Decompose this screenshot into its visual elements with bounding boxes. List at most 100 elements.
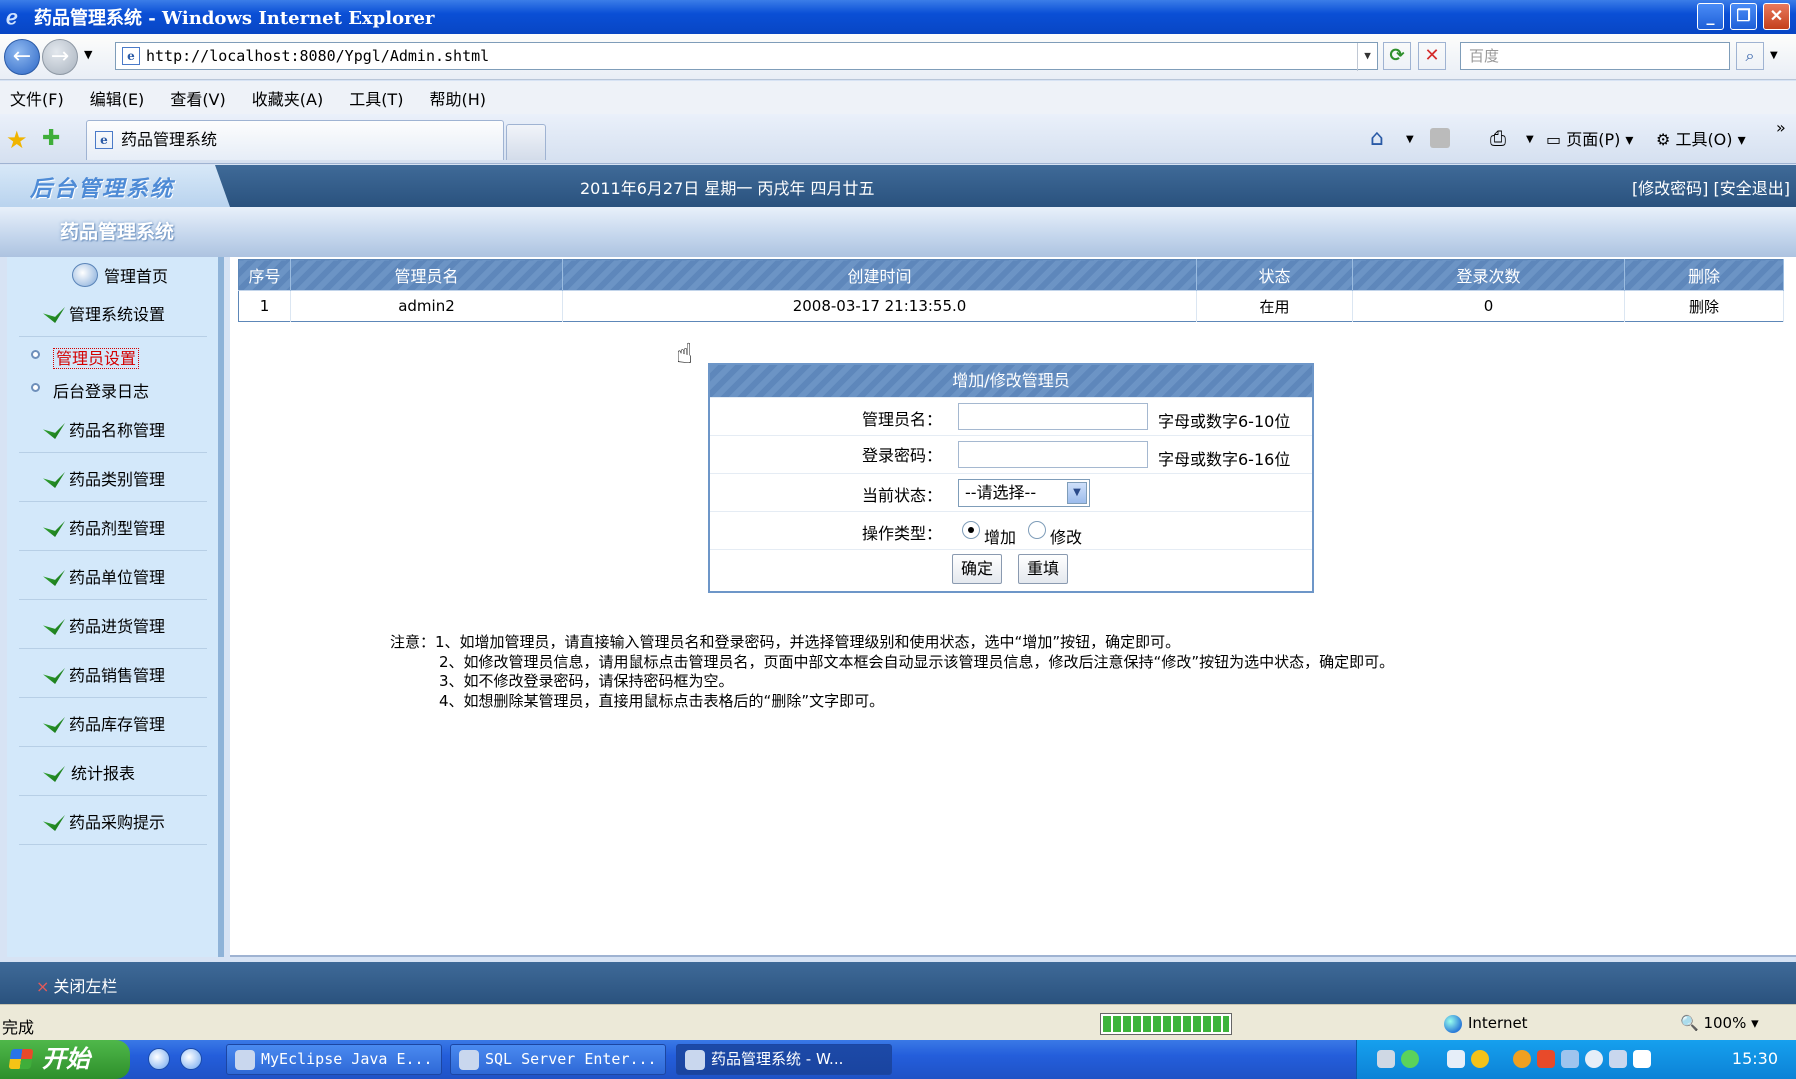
- sidebar-item-drug-name[interactable]: 药品名称管理: [19, 409, 207, 453]
- feeds-icon[interactable]: [1430, 128, 1450, 148]
- col-login-count: 登录次数: [1352, 259, 1625, 291]
- menu-favorites[interactable]: 收藏夹(A): [252, 86, 323, 110]
- sidebar-item-drug-sales[interactable]: 药品销售管理: [19, 654, 207, 698]
- qq2-icon[interactable]: [1513, 1050, 1531, 1068]
- chevron-more-icon[interactable]: »: [1776, 118, 1786, 137]
- task-myeclipse[interactable]: MyEclipse Java E...: [226, 1044, 442, 1075]
- app-header: 后台管理系统 2011年6月27日 星期一 丙戌年 四月廿五 [修改密码] [安…: [0, 165, 1796, 207]
- username-label: 管理员名：: [861, 410, 942, 429]
- stop-icon[interactable]: ✕: [1418, 42, 1446, 70]
- username-input[interactable]: [958, 403, 1148, 430]
- form-row-operation: 操作类型： 增加 修改: [710, 511, 1312, 549]
- tray-app-icon[interactable]: [1447, 1050, 1465, 1068]
- sidebar-item-procurement-tips[interactable]: 药品采购提示: [19, 801, 207, 845]
- qq-icon[interactable]: [1471, 1050, 1489, 1068]
- tray-monitor-icon[interactable]: [1561, 1050, 1579, 1068]
- logo-area: 后台管理系统: [0, 165, 230, 207]
- quicklaunch-desktop-icon[interactable]: [180, 1048, 202, 1070]
- sidebar-system-settings[interactable]: 管理系统设置: [19, 293, 207, 337]
- page-menu[interactable]: ▭ 页面(P) ▾: [1546, 126, 1633, 150]
- check-arrow-icon: [43, 423, 65, 439]
- sogou-icon[interactable]: [1537, 1050, 1555, 1068]
- zoom-level[interactable]: 🔍 100% ▾: [1680, 1014, 1759, 1032]
- back-button[interactable]: ←: [4, 39, 40, 75]
- menu-help[interactable]: 帮助(H): [429, 86, 486, 110]
- start-button[interactable]: 开始: [0, 1040, 130, 1079]
- sidebar-item-drug-dosage[interactable]: 药品剂型管理: [19, 507, 207, 551]
- radio-edit[interactable]: [1028, 521, 1046, 539]
- tab-current[interactable]: e 药品管理系统: [86, 120, 504, 160]
- windows-logo-icon: [8, 1049, 34, 1069]
- app-logo: 后台管理系统: [30, 177, 175, 202]
- url-input[interactable]: e http://localhost:8080/Ypgl/Admin.shtml…: [115, 42, 1378, 71]
- close-left-button[interactable]: × 关闭左栏: [36, 973, 117, 997]
- notes: 注意：1、如增加管理员，请直接输入管理员名和登录密码，并选择管理级别和使用状态，…: [390, 633, 1394, 711]
- add-favorite-icon[interactable]: ✚: [42, 126, 60, 151]
- col-admin-name: 管理员名: [290, 259, 563, 291]
- status-select[interactable]: --请选择-- ▼: [958, 479, 1090, 507]
- print-dropdown-icon[interactable]: ▼: [1526, 134, 1534, 145]
- note-line: 4、如想删除某管理员，直接用鼠标点击表格后的“删除”文字即可。: [439, 691, 885, 710]
- sidebar-item-drug-category[interactable]: 药品类别管理: [19, 458, 207, 502]
- check-arrow-icon: [43, 668, 65, 684]
- sidebar-home[interactable]: 管理首页: [62, 257, 168, 293]
- radio-add[interactable]: [962, 521, 980, 539]
- minimize-button[interactable]: _: [1697, 3, 1724, 30]
- reset-button[interactable]: 重填: [1018, 554, 1068, 584]
- print-icon[interactable]: ⎙: [1490, 126, 1506, 150]
- favorites-star-icon[interactable]: ★: [6, 126, 28, 154]
- delete-link[interactable]: 删除: [1624, 290, 1784, 322]
- sidebar-item-drug-stock[interactable]: 药品库存管理: [19, 703, 207, 747]
- quicklaunch-ie-icon[interactable]: [148, 1048, 170, 1070]
- chevron-down-icon[interactable]: ▼: [1067, 482, 1087, 504]
- col-index: 序号: [238, 259, 291, 291]
- search-options-icon[interactable]: ▼: [1770, 50, 1778, 61]
- menu-view[interactable]: 查看(V): [170, 86, 225, 110]
- sub-header: 药品管理系统: [0, 207, 1796, 257]
- search-input[interactable]: 百度: [1460, 42, 1730, 70]
- menu-tools[interactable]: 工具(T): [349, 86, 403, 110]
- menu-file[interactable]: 文件(F): [10, 86, 64, 110]
- refresh-icon[interactable]: ⟳: [1383, 42, 1411, 70]
- keyboard-icon[interactable]: [1377, 1050, 1395, 1068]
- progress-bar: [1100, 1013, 1232, 1035]
- home-icon[interactable]: ⌂: [1370, 126, 1384, 151]
- url-dropdown-icon[interactable]: ▼: [1357, 43, 1377, 71]
- cell-status: 在用: [1196, 290, 1353, 322]
- tray-security-icon[interactable]: [1633, 1050, 1651, 1068]
- clock: 15:30: [1731, 1049, 1778, 1068]
- task-sqlserver[interactable]: SQL Server Enter...: [450, 1044, 666, 1075]
- check-arrow-icon: [43, 307, 65, 323]
- menu-edit[interactable]: 编辑(E): [90, 86, 145, 110]
- sidebar-item-reports[interactable]: 统计报表: [19, 752, 207, 796]
- sidebar-item-drug-purchase[interactable]: 药品进货管理: [19, 605, 207, 649]
- password-input[interactable]: [958, 441, 1148, 468]
- submit-button[interactable]: 确定: [952, 554, 1002, 584]
- radio-edit-label: 修改: [1050, 528, 1083, 547]
- username-hint: 字母或数字6-10位: [1158, 412, 1291, 431]
- maximize-button[interactable]: ❐: [1730, 3, 1757, 30]
- check-arrow-icon: [43, 521, 65, 537]
- app-footer: × 关闭左栏: [0, 962, 1796, 1004]
- forward-button[interactable]: →: [42, 39, 78, 75]
- new-tab-button[interactable]: [506, 124, 546, 160]
- sqlserver-icon: [459, 1050, 479, 1070]
- history-dropdown-icon[interactable]: ▼: [84, 48, 92, 61]
- sidebar-item-drug-unit[interactable]: 药品单位管理: [19, 556, 207, 600]
- progress-fill: [1103, 1016, 1229, 1032]
- sidebar-sub-admin-settings[interactable]: 管理员设置: [31, 345, 140, 369]
- security-zone[interactable]: Internet: [1444, 1014, 1528, 1033]
- header-links[interactable]: [修改密码] [安全退出]: [1632, 175, 1790, 199]
- sidebar-sub-login-log[interactable]: 后台登录日志: [31, 378, 149, 402]
- cell-admin-name[interactable]: admin2: [290, 290, 563, 322]
- home-dropdown-icon[interactable]: ▼: [1406, 134, 1414, 145]
- col-created-time: 创建时间: [562, 259, 1197, 291]
- network-icon[interactable]: [1401, 1050, 1419, 1068]
- task-ie-current[interactable]: 药品管理系统 - W...: [676, 1044, 892, 1075]
- search-icon[interactable]: ⌕: [1736, 42, 1764, 70]
- volume-icon[interactable]: [1585, 1050, 1603, 1068]
- form-row-password: 登录密码： 字母或数字6-16位: [710, 435, 1312, 473]
- close-button[interactable]: ✕: [1763, 3, 1790, 30]
- tools-menu[interactable]: ⚙ 工具(O) ▾: [1656, 126, 1746, 150]
- tray-device-icon[interactable]: [1609, 1050, 1627, 1068]
